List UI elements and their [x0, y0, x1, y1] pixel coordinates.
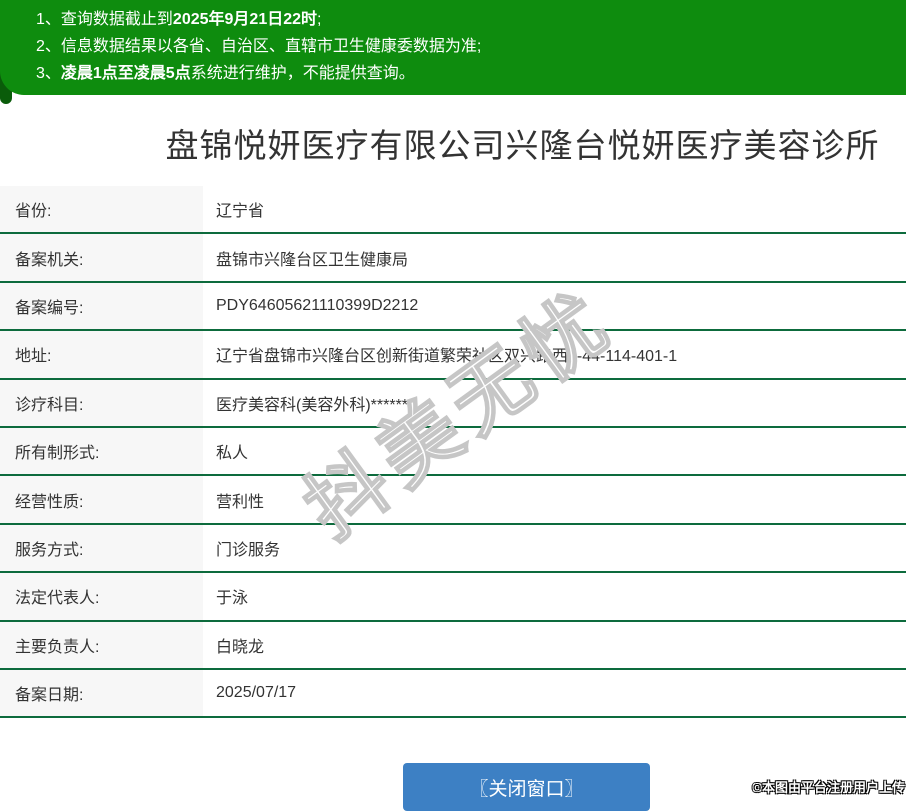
- notice-line-1: 1、查询数据截止到2025年9月21日22时;: [36, 6, 896, 33]
- field-label: 备案编号:: [0, 282, 203, 330]
- notice-line-3: 3、凌晨1点至凌晨5点系统进行维护，不能提供查询。: [36, 60, 896, 87]
- table-row-record-number: 备案编号: PDY64605621110399D2212: [0, 282, 906, 332]
- field-label: 备案日期:: [0, 669, 203, 717]
- table-row-record-date: 备案日期: 2025/07/17: [0, 669, 906, 719]
- close-window-button[interactable]: 〖关闭窗口〗: [403, 763, 650, 811]
- notice-bold-text: 凌晨1点至凌晨5点: [60, 65, 191, 82]
- table-row-service-mode: 服务方式: 门诊服务: [0, 524, 906, 574]
- notice-text: 系统进行维护，不能提供查询。: [190, 65, 415, 82]
- field-value: 盘锦市兴隆台区卫生健康局: [216, 251, 409, 269]
- title-area: 盘锦悦妍医疗有限公司兴隆台悦妍医疗美容诊所: [0, 95, 906, 186]
- notice-line-2: 2、信息数据结果以各省、自治区、直辖市卫生健康委数据为准;: [36, 33, 896, 60]
- field-label: 服务方式:: [0, 524, 203, 572]
- field-value: 辽宁省: [216, 203, 265, 221]
- notice-text: 查询数据截止到: [60, 11, 173, 28]
- table-row-province: 省份: 辽宁省: [0, 186, 906, 235]
- field-value: 门诊服务: [216, 541, 281, 559]
- field-value: 于泳: [216, 590, 249, 608]
- notice-number: 2、: [36, 38, 61, 55]
- field-value: 辽宁省盘锦市兴隆台区创新街道繁荣社区双兴路西1-44-114-401-1: [216, 348, 678, 366]
- notice-number: 3、: [36, 65, 61, 82]
- field-value: 私人: [216, 445, 249, 463]
- table-row-legal-representative: 法定代表人: 于泳: [0, 573, 906, 622]
- field-label: 备案机关:: [0, 234, 203, 281]
- table-row-main-person-in-charge: 主要负责人: 白晓龙: [0, 621, 906, 670]
- notice-bold-text: 2025年9月21日22时: [172, 11, 318, 28]
- table-row-record-authority: 备案机关: 盘锦市兴隆台区卫生健康局: [0, 234, 906, 283]
- notice-header: 1、查询数据截止到2025年9月21日22时; 2、信息数据结果以各省、自治区、…: [0, 0, 906, 95]
- table-row-business-nature: 经营性质: 营利性: [0, 476, 906, 525]
- record-table: 省份: 辽宁省 备案机关: 盘锦市兴隆台区卫生健康局 备案编号: PDY6460…: [0, 186, 906, 719]
- field-value: 医疗美容科(美容外科)******: [216, 396, 409, 414]
- page-title: 盘锦悦妍医疗有限公司兴隆台悦妍医疗美容诊所: [165, 127, 880, 164]
- field-label: 主要负责人:: [0, 621, 203, 668]
- field-label: 经营性质:: [0, 476, 203, 523]
- field-label: 法定代表人:: [0, 573, 203, 620]
- table-row-address: 地址: 辽宁省盘锦市兴隆台区创新街道繁荣社区双兴路西1-44-114-401-1: [0, 331, 906, 380]
- field-label: 省份:: [0, 186, 203, 233]
- table-row-treatment-subjects: 诊疗科目: 医疗美容科(美容外科)******: [0, 379, 906, 428]
- notice-number: 1、: [36, 11, 61, 28]
- field-value: 白晓龙: [216, 638, 265, 656]
- notice-text: ;: [317, 11, 322, 28]
- field-label: 所有制形式:: [0, 427, 203, 475]
- table-row-ownership-form: 所有制形式: 私人: [0, 427, 906, 477]
- field-label: 地址:: [0, 331, 203, 378]
- field-value: 2025/07/17: [216, 684, 297, 702]
- field-label: 诊疗科目:: [0, 379, 203, 426]
- notice-text: 信息数据结果以各省、自治区、直辖市卫生健康委数据为准;: [60, 38, 482, 55]
- field-value: 营利性: [216, 493, 265, 511]
- platform-upload-note: ©本图由平台注册用户上传: [752, 780, 905, 795]
- field-value: PDY64605621110399D2212: [216, 296, 419, 314]
